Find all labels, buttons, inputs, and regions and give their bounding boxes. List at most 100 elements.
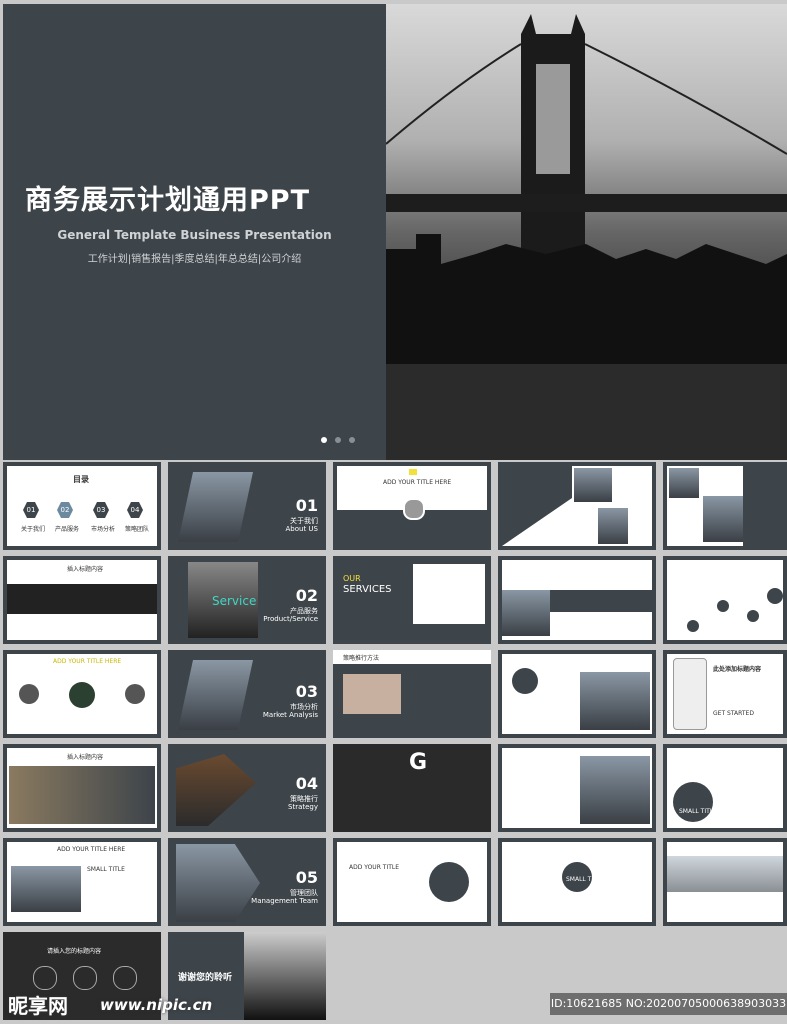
toc-item-2: 产品服务 xyxy=(55,526,80,533)
city-photo-2 xyxy=(502,590,550,636)
fashion-photo-4 xyxy=(703,496,743,542)
circle-2 xyxy=(69,682,95,708)
fashion-photo-3 xyxy=(669,468,699,498)
eagle-circle xyxy=(429,862,469,902)
hero-title: 商务展示计划通用PPT xyxy=(25,185,310,216)
photo-strip xyxy=(7,584,157,614)
services-label: SERVICES xyxy=(343,584,392,595)
toc-item-1: 关于我们 xyxy=(21,526,46,533)
thumb-insert-title-2[interactable]: 插入标题内容 xyxy=(3,744,161,832)
big-g: G xyxy=(409,750,428,775)
thumb-add-title-1[interactable]: ADD YOUR TITLE HERE xyxy=(333,462,491,550)
bridge-thumb-photo xyxy=(244,932,326,1020)
carousel-dot-3[interactable] xyxy=(349,437,355,443)
sec01-num: 01 xyxy=(295,496,318,515)
thumb-section-03[interactable]: 03 市场分析 Market Analysis xyxy=(168,650,326,738)
thumb-fashion-2[interactable] xyxy=(663,462,787,550)
add-title-1: ADD YOUR TITLE HERE xyxy=(383,479,452,486)
thumb-toc[interactable]: 目录 01 02 03 04 关于我们 产品服务 市场分析 策略团队 xyxy=(3,462,161,550)
insert-title-1: 插入标题内容 xyxy=(67,566,104,573)
sec02-en: Product/Service xyxy=(263,615,318,623)
strategy-label: 策略推行方法 xyxy=(343,655,380,662)
accent-tag xyxy=(409,469,417,475)
toc-item-4: 策略团队 xyxy=(125,526,150,533)
thumb-wolf[interactable]: ADD YOUR TITLE HERE SMALL TITLE xyxy=(3,838,161,926)
team-photo xyxy=(176,844,260,922)
toc-num-1: 01 xyxy=(23,502,39,518)
add-title-3: ADD YOUR TITLE HERE xyxy=(57,846,126,853)
thumb-fashion-g[interactable]: G xyxy=(333,744,491,832)
sec04-en: Strategy xyxy=(288,803,318,811)
wolf-photo xyxy=(11,866,81,912)
sec03-en: Market Analysis xyxy=(262,711,318,719)
thumb-our-services[interactable]: OUR SERVICES xyxy=(333,556,491,644)
insert-title-4: 请插入您的标题内容 xyxy=(47,948,102,955)
thumb-add-title-2[interactable]: ADD YOUR TITLE HERE xyxy=(3,650,161,738)
small-title-1: SMALL TITLE xyxy=(679,808,717,815)
insert-title-3: 插入标题内容 xyxy=(67,754,104,761)
thumb-section-01[interactable]: 01 关于我们 About US xyxy=(168,462,326,550)
sec04-num: 04 xyxy=(295,774,318,793)
toc-item-3: 市场分析 xyxy=(91,526,116,533)
cloud-icon xyxy=(33,966,57,990)
hero-dark-panel: 商务展示计划通用PPT General Template Business Pr… xyxy=(3,4,386,460)
toc-num-3: 03 xyxy=(93,502,109,518)
thumb-small-title-1[interactable]: SMALL TITLE xyxy=(663,744,787,832)
thumb-coast[interactable] xyxy=(498,650,656,738)
thumb-section-05[interactable]: 05 管理团队 Management Team xyxy=(168,838,326,926)
fashion-photo-2 xyxy=(598,508,628,544)
thumb-strategy-method[interactable]: 策略推行方法 xyxy=(333,650,491,738)
thumb-section-02[interactable]: Service 02 产品服务 Product/Service xyxy=(168,556,326,644)
thanks-text: 谢谢您的聆听 xyxy=(178,973,233,983)
chat-icon xyxy=(73,966,97,990)
hero-slide: 商务展示计划通用PPT General Template Business Pr… xyxy=(3,4,787,460)
coast-photo xyxy=(580,672,650,730)
add-title-cn: 此处添加标题内容 xyxy=(713,666,762,673)
image-id-bar: ID:10621685 NO:20200705000638903033 xyxy=(550,993,787,1015)
carousel-dot-2[interactable] xyxy=(335,437,341,443)
process-node-3 xyxy=(747,610,759,622)
thumb-insert-title-1[interactable]: 插入标题内容 xyxy=(3,556,161,644)
carousel-dot-1[interactable] xyxy=(321,437,327,443)
bridge-photo xyxy=(385,4,787,460)
weibo-icon xyxy=(113,966,137,990)
thumb-phone[interactable]: 此处添加标题内容 GET STARTED xyxy=(663,650,787,738)
toc-label: 目录 xyxy=(73,475,89,484)
thumb-small-title-2[interactable]: SMALL TITLE xyxy=(498,838,656,926)
sec03-num: 03 xyxy=(295,682,318,701)
our-label: OUR xyxy=(343,574,361,583)
thumb-city-icons[interactable] xyxy=(498,556,656,644)
thumb-skyline[interactable] xyxy=(498,744,656,832)
carousel-dots[interactable] xyxy=(321,437,355,443)
thumb-fashion-1[interactable] xyxy=(498,462,656,550)
fashion-photo-1 xyxy=(574,468,612,502)
phone-mockup xyxy=(673,658,707,730)
icon-band xyxy=(550,590,652,612)
circle-3 xyxy=(125,684,145,704)
watermark-url: www.nipic.cn xyxy=(100,996,213,1014)
sec02-num: 02 xyxy=(295,586,318,605)
chess-photo xyxy=(176,754,256,826)
thumb-section-04[interactable]: 04 策略推行 Strategy xyxy=(168,744,326,832)
office-photo xyxy=(9,766,155,824)
hero-subtitle-cn: 工作计划|销售报告|季度总结|年总总结|公司介绍 xyxy=(87,254,302,265)
sec05-num: 05 xyxy=(295,868,318,887)
circle-icon xyxy=(512,668,538,694)
thumb-process[interactable] xyxy=(663,556,787,644)
toc-num-4: 04 xyxy=(127,502,143,518)
watermark-brand: 昵享网 xyxy=(8,994,68,1018)
bridge-silhouette xyxy=(385,14,787,460)
hero-subtitle-en: General Template Business Presentation xyxy=(57,228,332,242)
thumb-add-your-title[interactable]: ADD YOUR TITLE xyxy=(333,838,491,926)
small-title-2: SMALL TITLE xyxy=(87,866,125,873)
skyline-photo xyxy=(580,756,650,824)
thumb-panorama[interactable] xyxy=(663,838,787,926)
circle-1 xyxy=(19,684,39,704)
trophy-circle xyxy=(673,782,713,822)
laptop-photo xyxy=(343,674,401,714)
dark-shape xyxy=(502,466,572,546)
sec05-en: Management Team xyxy=(251,897,318,905)
panorama-photo xyxy=(667,856,783,892)
service-word: Service xyxy=(212,594,257,608)
city-photo-3 xyxy=(178,660,253,730)
